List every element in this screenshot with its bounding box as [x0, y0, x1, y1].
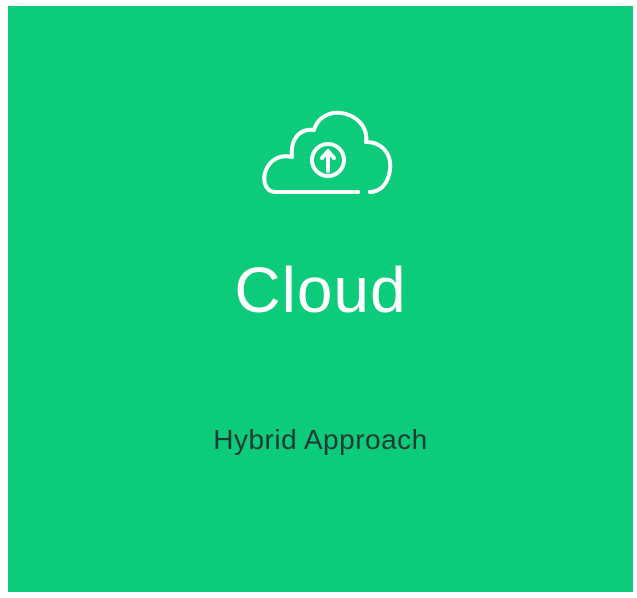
page-frame: Cloud Hybrid Approach [0, 0, 637, 598]
card-subtitle: Hybrid Approach [213, 424, 428, 455]
card-title: Cloud [234, 254, 407, 326]
cloud-card[interactable]: Cloud Hybrid Approach [8, 6, 633, 592]
cloud-upload-icon [262, 110, 393, 194]
